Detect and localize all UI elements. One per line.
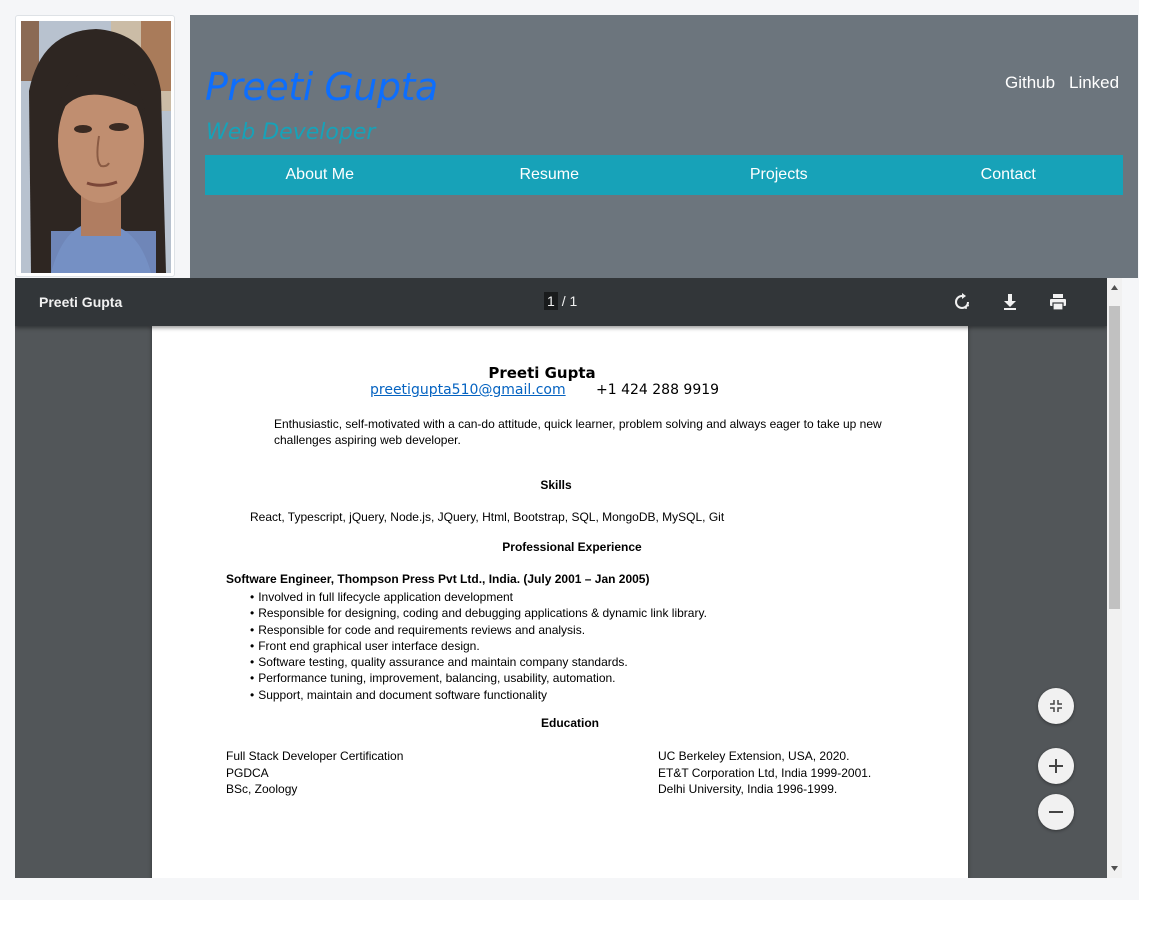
brand-name: Preeti Gupta	[205, 65, 438, 109]
education-institution: UC Berkeley Extension, USA, 2020.	[658, 749, 850, 763]
zoom-in-button[interactable]	[1038, 748, 1074, 784]
list-item: Software testing, quality assurance and …	[250, 654, 707, 670]
education-degree: BSc, Zoology	[226, 782, 298, 796]
resume-name: Preeti Gupta	[488, 364, 596, 382]
pdf-viewer[interactable]: Preeti Gupta 1 / 1 Preeti Gupta preetigu…	[15, 278, 1122, 878]
education-institution: Delhi University, India 1996-1999.	[658, 782, 838, 796]
brand-role: Web Developer	[206, 120, 376, 145]
nav-item-projects[interactable]: Projects	[664, 155, 894, 195]
resume-summary: Enthusiastic, self-motivated with a can-…	[274, 417, 882, 447]
list-item: Front end graphical user interface desig…	[250, 638, 707, 654]
list-item: Responsible for code and requirements re…	[250, 622, 707, 638]
main-nav: About Me Resume Projects Contact	[205, 155, 1123, 195]
resume-email-link[interactable]: preetigupta510@gmail.com	[370, 382, 566, 398]
education-degrees: Full Stack Developer Certification PGDCA…	[226, 748, 403, 798]
zoom-in-icon	[1049, 759, 1063, 773]
download-button[interactable]	[998, 290, 1022, 314]
nav-item-contact[interactable]: Contact	[894, 155, 1124, 195]
scroll-down-icon	[1111, 866, 1118, 871]
scroll-up-button[interactable]	[1107, 280, 1122, 295]
zoom-out-icon	[1049, 811, 1063, 813]
skills-list: React, Typescript, jQuery, Node.js, JQue…	[250, 510, 725, 524]
pdf-page-total: / 1	[561, 293, 578, 309]
profile-photo-card	[15, 15, 175, 277]
job-title: Software Engineer, Thompson Press Pvt Lt…	[226, 572, 650, 586]
print-button[interactable]	[1046, 290, 1070, 314]
print-icon	[1050, 294, 1066, 311]
list-item: Performance tuning, improvement, balanci…	[250, 670, 707, 686]
education-degree: PGDCA	[226, 765, 269, 780]
rotate-button[interactable]	[950, 290, 974, 314]
profile-photo	[21, 21, 171, 273]
list-item: Responsible for designing, coding and de…	[250, 605, 707, 621]
experience-heading: Professional Experience	[502, 540, 642, 554]
resume-phone: +1 424 288 9919	[596, 382, 720, 398]
page: Preeti Gupta Web Developer Github Linked…	[0, 0, 1175, 935]
list-item: Involved in full lifecycle application d…	[250, 589, 707, 605]
pdf-page-indicator: 1 / 1	[544, 292, 577, 310]
linkedin-link[interactable]: Linked	[1069, 73, 1119, 93]
scroll-down-button[interactable]	[1107, 861, 1122, 876]
rotate-icon	[955, 293, 969, 309]
list-item: Support, maintain and document software …	[250, 687, 707, 703]
fit-page-button[interactable]	[1038, 688, 1074, 724]
education-degree: Full Stack Developer Certification	[226, 749, 404, 763]
pdf-page: Preeti Gupta preetigupta510@gmail.com +1…	[152, 326, 968, 878]
job-duties-list: Involved in full lifecycle application d…	[250, 589, 707, 703]
site-header: Preeti Gupta Web Developer Github Linked…	[190, 15, 1138, 278]
education-heading: Education	[540, 716, 599, 730]
skills-heading: Skills	[540, 478, 572, 492]
download-icon	[1004, 294, 1016, 310]
profile-photo-illustration	[21, 21, 171, 273]
pdf-page-current-input[interactable]: 1	[544, 292, 558, 310]
scroll-up-icon	[1111, 285, 1118, 290]
nav-item-resume[interactable]: Resume	[435, 155, 665, 195]
scroll-thumb[interactable]	[1109, 306, 1120, 609]
zoom-out-button[interactable]	[1038, 794, 1074, 830]
fit-page-icon	[1050, 700, 1062, 712]
nav-item-about-me[interactable]: About Me	[205, 155, 435, 195]
github-link[interactable]: Github	[1005, 73, 1055, 93]
viewer-scrollbar[interactable]	[1107, 278, 1122, 878]
pdf-toolbar: Preeti Gupta 1 / 1	[15, 278, 1107, 326]
education-institutions: UC Berkeley Extension, USA, 2020. ET&T C…	[658, 748, 871, 798]
education-institution: ET&T Corporation Ltd, India 1999-2001.	[658, 765, 872, 780]
pdf-document-title: Preeti Gupta	[39, 294, 123, 310]
